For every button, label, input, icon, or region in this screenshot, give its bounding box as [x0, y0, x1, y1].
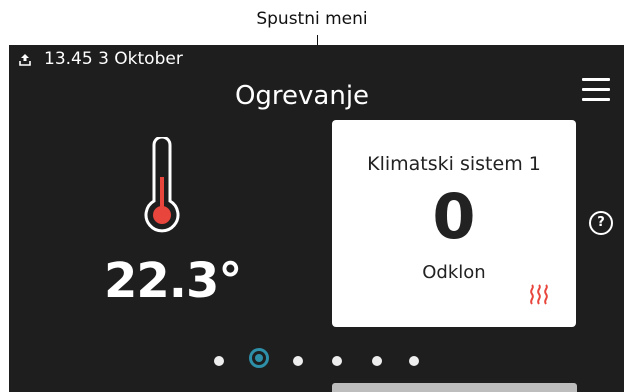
card-value: 0	[432, 180, 476, 253]
device-screen: 13.45 3 Oktober Ogrevanje 22.3° Klimatsk…	[9, 45, 624, 392]
next-card-preview[interactable]	[332, 383, 577, 392]
climate-system-card[interactable]: Klimatski sistem 1 0 Odklon	[332, 120, 576, 327]
page-dot[interactable]	[214, 356, 224, 366]
page-title: Ogrevanje	[234, 81, 370, 111]
upload-icon	[19, 53, 31, 66]
page-dot[interactable]	[293, 356, 303, 366]
page-dot[interactable]	[409, 356, 419, 366]
card-title: Klimatski sistem 1	[367, 153, 541, 175]
page-dot-active[interactable]	[249, 348, 269, 368]
page-dot[interactable]	[372, 356, 382, 366]
status-bar[interactable]: 13.45 3 Oktober	[19, 49, 183, 69]
heating-icon	[530, 284, 548, 305]
help-button[interactable]: ?	[589, 211, 613, 235]
hamburger-menu-icon[interactable]	[582, 78, 610, 102]
thermometer-icon	[139, 135, 185, 241]
status-time-date: 13.45 3 Oktober	[44, 49, 183, 69]
page-indicator	[209, 347, 429, 375]
card-label: Odklon	[422, 262, 486, 283]
temperature-value: 22.3°	[104, 253, 242, 309]
dropdown-menu-callout-label: Spustni meni	[256, 9, 368, 29]
page-dot[interactable]	[332, 356, 342, 366]
